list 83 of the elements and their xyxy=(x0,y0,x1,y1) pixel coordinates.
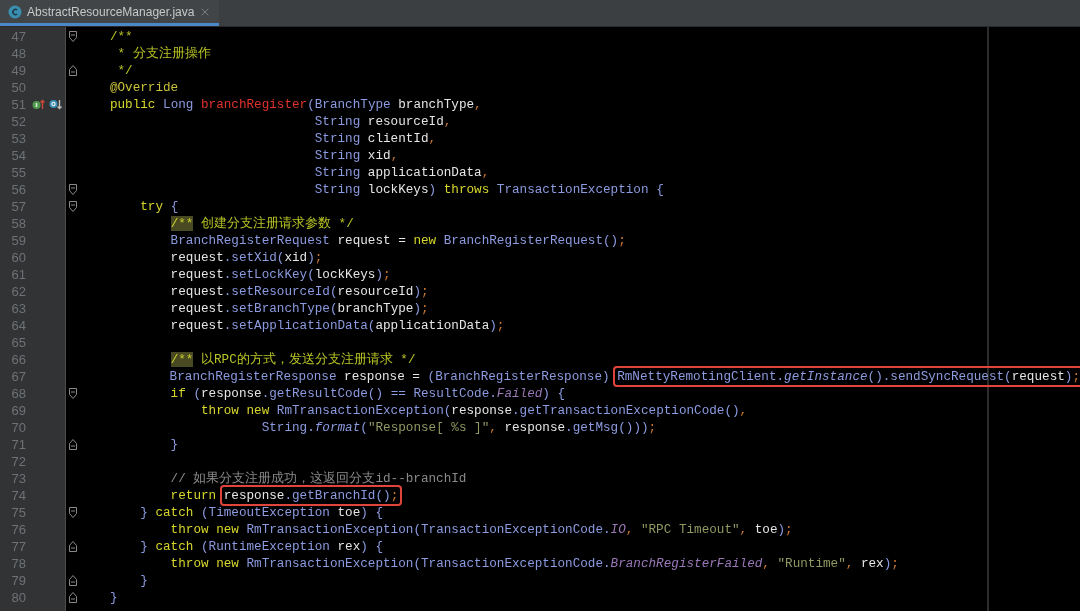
line-number: 68 xyxy=(10,386,26,401)
line-number: 57 xyxy=(10,199,26,214)
code-line: String resourceId, xyxy=(313,114,452,129)
line-number: 77 xyxy=(10,539,26,554)
fold-marker-icon[interactable] xyxy=(68,575,77,586)
fold-marker-icon[interactable] xyxy=(68,541,77,552)
code-line: /** 创建分支注册请求参数 */ xyxy=(169,215,354,232)
line-number: 76 xyxy=(10,522,26,537)
line-number: 72 xyxy=(10,454,26,469)
fold-marker-icon[interactable] xyxy=(68,184,77,195)
line-number: 58 xyxy=(10,216,26,231)
line-number: 50 xyxy=(10,80,26,95)
line-number: 55 xyxy=(10,165,26,180)
code-line: /** xyxy=(108,29,133,44)
line-number: 62 xyxy=(10,284,26,299)
highlight-box: RmNettyRemotingClient.getInstance().sendSyncRequest(request); xyxy=(613,366,1080,387)
code-line: String lockKeys) throws TransactionException { xyxy=(313,182,664,197)
fold-marker-icon[interactable] xyxy=(68,507,77,518)
code-line: @Override xyxy=(108,80,179,95)
line-number: 75 xyxy=(10,505,26,520)
line-number: 71 xyxy=(10,437,26,452)
line-number: 49 xyxy=(10,63,26,78)
code-line: if (response.getResultCode() == ResultCode.Failed) { xyxy=(169,386,566,401)
code-line: String.format("Response[ %s ]", response.getMsg())); xyxy=(260,420,657,435)
fold-marker-icon[interactable] xyxy=(68,592,77,603)
line-number: 61 xyxy=(10,267,26,282)
line-number: 74 xyxy=(10,488,26,503)
code-line: /** 以RPC的方式，发送分支注册请求 */ xyxy=(169,351,416,368)
line-number: 63 xyxy=(10,301,26,316)
file-tab[interactable]: AbstractResourceManager.java xyxy=(0,0,220,26)
code-line: } xyxy=(169,437,179,452)
code-line: request.setBranchType(branchType); xyxy=(169,301,429,316)
code-text: BranchRegisterResponse response = (BranchRegisterResponse) xyxy=(168,369,611,384)
code-line: throw new RmTransactionException(TransactionExceptionCode.IO, "RPC Timeout", toe); xyxy=(169,522,793,537)
code-line: * 分支注册操作 xyxy=(116,45,211,62)
fold-marker-icon[interactable] xyxy=(68,31,77,42)
code-line: request.setXid(xid); xyxy=(169,250,323,265)
line-number: 67 xyxy=(10,369,26,384)
line-number: 53 xyxy=(10,131,26,146)
line-number: 64 xyxy=(10,318,26,333)
fold-marker-icon[interactable] xyxy=(68,439,77,450)
code-line: public Long branchRegister(BranchType branchType, xyxy=(108,97,482,112)
code-line: String applicationData, xyxy=(313,165,490,180)
code-line: request.setApplicationData(applicationData); xyxy=(169,318,505,333)
code-line: } xyxy=(108,590,118,605)
line-number: 47 xyxy=(10,29,26,44)
line-number: 54 xyxy=(10,148,26,163)
code-line: throw new RmTransactionException(response.getTransactionExceptionCode(), xyxy=(199,403,748,418)
code-line: // 如果分支注册成功，这返回分支id--branchId xyxy=(169,470,467,487)
line-number: 65 xyxy=(10,335,26,350)
code-line: request.setLockKey(lockKeys); xyxy=(169,267,391,282)
line-number: 69 xyxy=(10,403,26,418)
code-line: */ xyxy=(116,63,133,78)
line-number: 51 xyxy=(10,97,26,112)
line-number: 59 xyxy=(10,233,26,248)
overriding-method-icon[interactable] xyxy=(49,99,62,110)
fold-marker-icon[interactable] xyxy=(68,388,77,399)
code-text: return xyxy=(169,488,218,503)
code-line: throw new RmTransactionException(TransactionExceptionCode.BranchRegisterFailed, "Runtime", rex); xyxy=(169,556,899,571)
line-number: 80 xyxy=(10,590,26,605)
line-number: 52 xyxy=(10,114,26,129)
implemented-method-icon[interactable] xyxy=(32,99,45,110)
highlight-box: response.getBranchId(); xyxy=(219,485,403,506)
code-line: String xid, xyxy=(313,148,399,163)
tab-title: AbstractResourceManager.java xyxy=(27,4,195,19)
line-number: 60 xyxy=(10,250,26,265)
code-line: } xyxy=(139,573,148,588)
line-number: 70 xyxy=(10,420,26,435)
code-line: request.setResourceId(resourceId); xyxy=(169,284,429,299)
code-line: } catch (RuntimeException rex) { xyxy=(139,539,384,554)
class-file-icon xyxy=(8,4,22,19)
line-number: 48 xyxy=(10,46,26,61)
line-number: 56 xyxy=(10,182,26,197)
line-number: 66 xyxy=(10,352,26,367)
line-number: 79 xyxy=(10,573,26,588)
fold-marker-icon[interactable] xyxy=(68,201,77,212)
line-number: 78 xyxy=(10,556,26,571)
code-line: String clientId, xyxy=(313,131,437,146)
line-number: 73 xyxy=(10,471,26,486)
code-line: try { xyxy=(139,199,179,214)
fold-marker-icon[interactable] xyxy=(68,65,77,76)
code-line: BranchRegisterRequest request = new BranchRegisterRequest(); xyxy=(169,233,626,248)
code-line: } catch (TimeoutException toe) { xyxy=(139,505,384,520)
